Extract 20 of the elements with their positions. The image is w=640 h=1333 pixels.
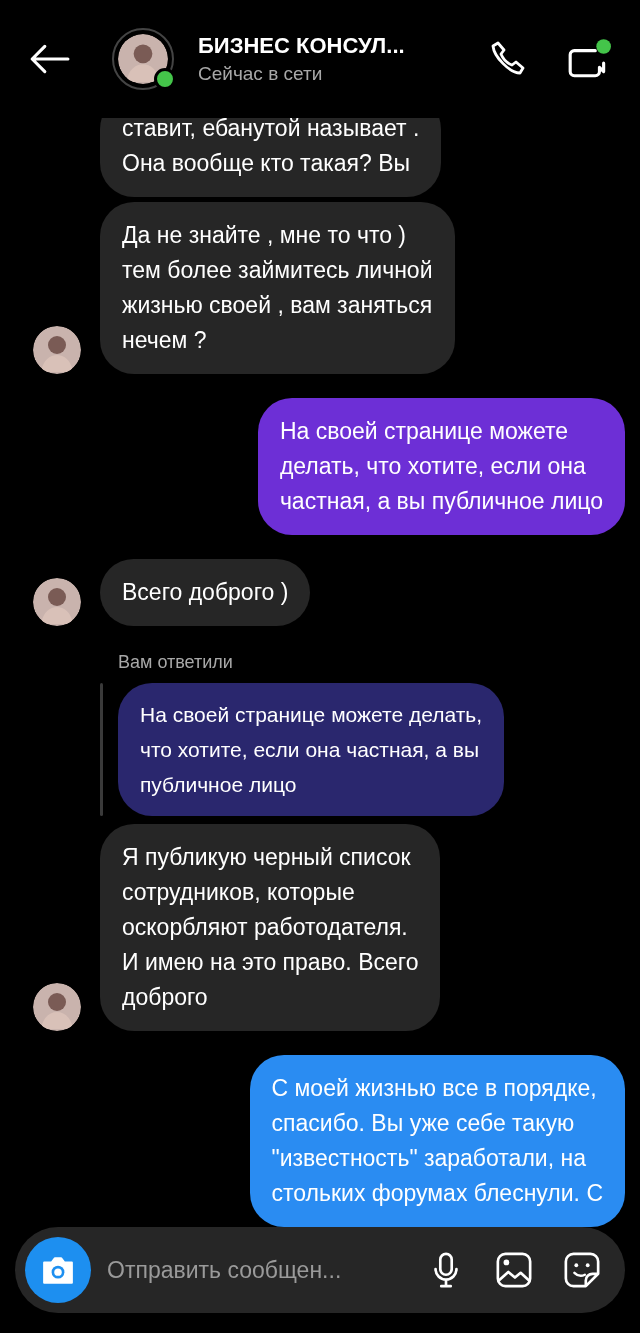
contact-name[interactable]: БИЗНЕС КОНСУЛ... [198,33,488,59]
reply-label: Вам ответили [117,652,234,673]
gallery-icon[interactable] [495,1251,533,1289]
avatar[interactable] [118,34,168,84]
camera-button[interactable] [25,1237,91,1303]
avatar[interactable] [33,578,81,626]
back-icon[interactable] [28,43,70,75]
message-bubble[interactable]: Да не знайте , мне то что ) тем более займитесь личной жизнью своей , вам заняться нечем ? [100,202,455,374]
status-text: Сейчас в сети [198,63,324,85]
message-bubble[interactable]: На своей странице можете делать, что хотите, если она частная, а вы публичное лицо [257,398,625,535]
quoted-message[interactable]: На своей странице можете делать, что хотите, если она частная, а вы публичное лицо [118,683,505,816]
message-input[interactable]: Отправить сообщен... [105,1249,397,1291]
video-call-icon[interactable] [566,38,612,80]
message-bubble[interactable]: Я публикую черный список сотрудников, которые оскорбляют работодателя. И имею на это право. Всего доброго [100,824,441,1031]
message-bubble[interactable]: Всего доброго ) [100,559,311,626]
message-bubble[interactable]: ставит, ебанутой называет . Она вообще кто такая? Вы [100,118,442,197]
camera-icon [41,1255,75,1285]
sticker-icon[interactable] [563,1251,601,1289]
avatar[interactable] [33,983,81,1031]
avatar[interactable] [33,326,81,374]
